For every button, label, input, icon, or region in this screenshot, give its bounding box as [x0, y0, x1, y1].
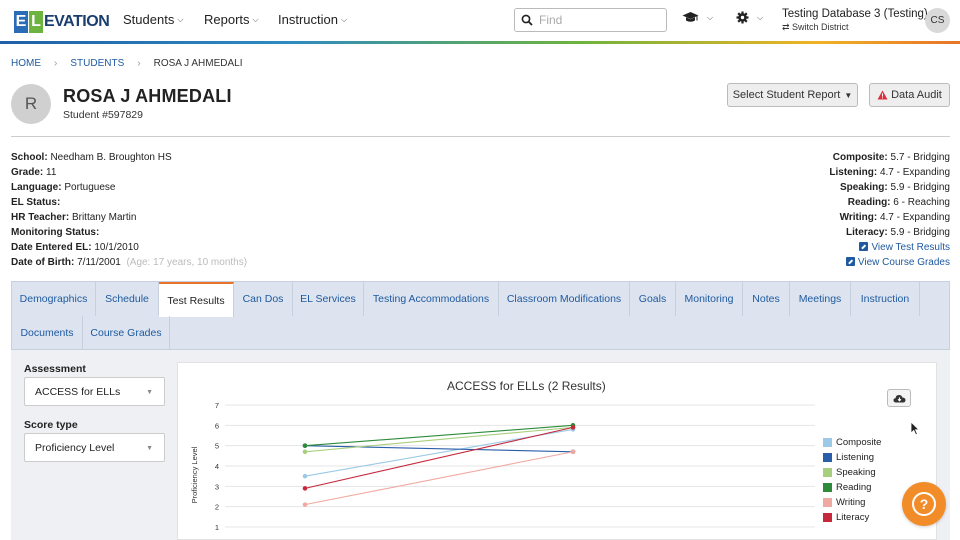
legend-item-literacy[interactable]: Literacy [823, 512, 869, 523]
y-tick-label: 7 [215, 401, 219, 410]
series-line-listening [304, 445, 574, 453]
mouse-cursor-icon [910, 421, 920, 436]
data-point-writing [302, 502, 308, 507]
line-chart: 1 2 3 4 5 6 7 Proficiency Level [190, 401, 815, 532]
legend-item-reading[interactable]: Reading [823, 482, 871, 493]
series-line-writing [304, 451, 574, 506]
data-point-literacy [302, 486, 308, 491]
data-point-composite [302, 473, 308, 479]
legend-swatch [823, 483, 832, 492]
legend-item-writing[interactable]: Writing [823, 497, 865, 508]
y-tick-label: 4 [215, 462, 219, 471]
series-line-literacy [304, 426, 574, 489]
data-point-reading [302, 443, 308, 448]
data-point-writing [570, 449, 576, 455]
legend-label: Speaking [836, 467, 876, 478]
y-axis-label: Proficiency Level [190, 446, 199, 503]
y-tick-label: 3 [215, 482, 219, 491]
legend-label: Literacy [836, 512, 870, 523]
help-button[interactable]: ? [902, 482, 946, 526]
data-point-speaking [302, 449, 308, 455]
legend-item-composite[interactable]: Composite [823, 437, 881, 448]
legend-label: Reading [836, 482, 872, 493]
question-icon: ? [912, 492, 936, 516]
legend-label: Composite [836, 437, 882, 448]
legend-item-listening[interactable]: Listening [823, 452, 874, 463]
y-tick-label: 2 [215, 503, 219, 512]
legend-item-speaking[interactable]: Speaking [823, 467, 876, 478]
y-tick-label: 6 [215, 421, 219, 430]
data-point-literacy [570, 425, 576, 430]
series-line-speaking [304, 426, 574, 453]
legend-label: Listening [836, 452, 875, 463]
series-line-reading [304, 424, 574, 447]
legend-swatch [823, 438, 832, 447]
legend-swatch [823, 468, 832, 477]
legend-swatch [823, 453, 832, 462]
y-tick-label: 5 [215, 442, 219, 451]
legend-swatch [823, 513, 832, 522]
y-tick-label: 1 [215, 523, 219, 532]
legend-label: Writing [836, 497, 866, 508]
legend-swatch [823, 498, 832, 507]
